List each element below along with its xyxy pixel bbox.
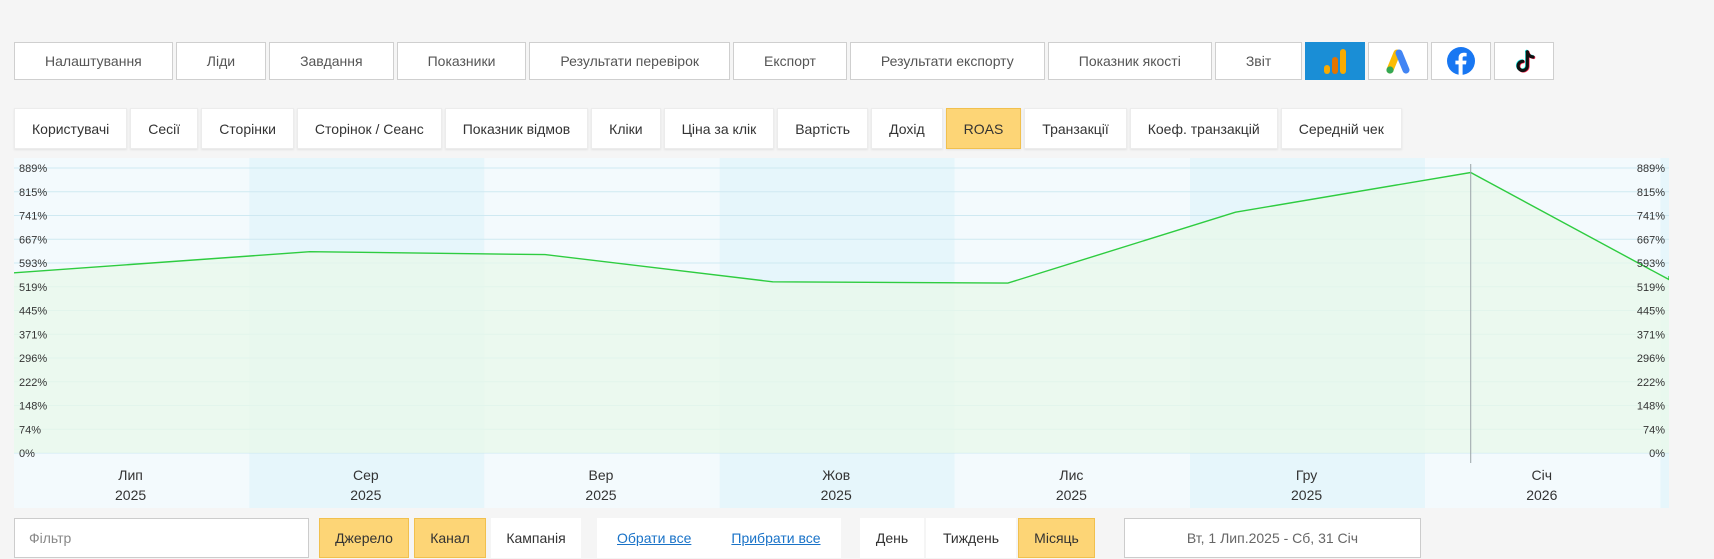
google-ads-icon (1386, 49, 1410, 74)
google-ads-button[interactable] (1368, 42, 1429, 80)
tiktok-button[interactable] (1494, 42, 1555, 80)
metric-tab-revenue[interactable]: Дохід (871, 108, 943, 149)
select-all-link[interactable]: Обрати все (597, 518, 712, 558)
y-tick-label-right: 371% (1637, 329, 1665, 341)
y-tick-label-left: 222% (19, 377, 47, 389)
y-tick-label-left: 0% (19, 448, 35, 460)
nav-quality-score-button[interactable]: Показник якості (1047, 42, 1212, 80)
y-tick-label-left: 667% (19, 234, 47, 246)
y-tick-label-left: 889% (19, 163, 47, 175)
x-tick-label-month: Січ (1532, 467, 1553, 483)
y-tick-label-right: 593% (1637, 258, 1665, 270)
group-source-button[interactable]: Джерело (319, 518, 409, 558)
period-month-button[interactable]: Місяць (1018, 518, 1095, 558)
period-day-button[interactable]: День (860, 518, 924, 558)
y-tick-label-right: 222% (1637, 377, 1665, 389)
filter-input[interactable] (14, 518, 309, 558)
nav-metrics-button[interactable]: Показники (396, 42, 527, 80)
x-tick-label-month: Лип (118, 467, 143, 483)
x-tick-label-year: 2025 (1291, 487, 1322, 503)
period-tabs: День Тиждень Місяць (860, 518, 1095, 558)
metric-tab-pages-per-session[interactable]: Сторінок / Сеанс (296, 108, 442, 149)
y-tick-label-right: 296% (1637, 353, 1665, 365)
x-tick-label-month: Гру (1296, 467, 1317, 483)
y-tick-label-right: 74% (1643, 424, 1665, 436)
nav-check-results-button[interactable]: Результати перевірок (529, 42, 730, 80)
metric-tab-average-check[interactable]: Середній чек (1280, 108, 1402, 149)
roas-chart: 0% 74% 148% 222% 296% 371% 445% 519% 593% 667% 741… (14, 158, 1669, 508)
top-navigation: Налаштування Ліди Завдання Показники Рез… (14, 42, 1555, 80)
x-tick-label-year: 2025 (115, 487, 146, 503)
y-tick-label-right: 741% (1637, 211, 1665, 223)
grouping-tabs: Джерело Канал Кампанія (319, 518, 581, 558)
group-campaign-button[interactable]: Кампанія (491, 518, 581, 558)
y-tick-label-right: 815% (1637, 187, 1665, 199)
metric-tab-roas[interactable]: ROAS (945, 108, 1022, 149)
metric-tab-cost-per-click[interactable]: Ціна за клік (663, 108, 775, 149)
metric-tab-pages[interactable]: Сторінки (201, 108, 294, 149)
y-tick-label-left: 296% (19, 353, 47, 365)
metric-tab-cost[interactable]: Вартість (777, 108, 869, 149)
y-tick-label-right: 667% (1637, 234, 1665, 246)
y-tick-label-right: 148% (1637, 401, 1665, 413)
y-tick-label-right: 0% (1649, 448, 1665, 460)
y-tick-label-left: 371% (19, 329, 47, 341)
y-tick-label-left: 741% (19, 211, 47, 223)
google-analytics-icon (1324, 49, 1347, 74)
date-range-picker[interactable]: Вт, 1 Лип.2025 - Сб, 31 Січ (1124, 518, 1421, 558)
nav-report-button[interactable]: Звіт (1214, 42, 1303, 80)
nav-leads-button[interactable]: Ліди (175, 42, 267, 80)
nav-export-button[interactable]: Експорт (733, 42, 847, 80)
metric-tab-bounce-rate[interactable]: Показник відмов (444, 108, 589, 149)
deselect-all-link[interactable]: Прибрати все (711, 518, 841, 558)
group-channel-button[interactable]: Канал (414, 518, 486, 558)
y-tick-label-right: 889% (1637, 163, 1665, 175)
x-tick-label-year: 2025 (350, 487, 381, 503)
metric-tab-transactions[interactable]: Транзакції (1024, 108, 1127, 149)
y-tick-label-right: 445% (1637, 306, 1665, 318)
nav-export-results-button[interactable]: Результати експорту (849, 42, 1045, 80)
selection-links: Обрати все Прибрати все (597, 518, 841, 558)
y-tick-label-left: 445% (19, 306, 47, 318)
metric-tab-clicks[interactable]: Кліки (591, 108, 661, 149)
x-tick-label-month: Сер (353, 467, 379, 483)
y-tick-label-right: 519% (1637, 282, 1665, 294)
x-tick-label-year: 2025 (585, 487, 616, 503)
metric-tab-transaction-rate[interactable]: Коеф. транзакцій (1129, 108, 1278, 149)
chart-canvas: 0% 74% 148% 222% 296% 371% 445% 519% 593% 667% 741… (14, 158, 1669, 508)
google-analytics-button[interactable] (1305, 42, 1366, 80)
x-tick-label-year: 2025 (1056, 487, 1087, 503)
x-tick-label-year: 2025 (821, 487, 852, 503)
y-tick-label-left: 593% (19, 258, 47, 270)
tiktok-icon (1516, 49, 1536, 73)
facebook-button[interactable] (1431, 42, 1492, 80)
period-week-button[interactable]: Тиждень (926, 518, 1016, 558)
nav-settings-button[interactable]: Налаштування (14, 42, 173, 80)
nav-tasks-button[interactable]: Завдання (269, 42, 394, 80)
metric-tab-sessions[interactable]: Сесії (130, 108, 199, 149)
y-tick-label-left: 519% (19, 282, 47, 294)
x-tick-label-month: Вер (589, 467, 614, 483)
x-tick-label-month: Лис (1059, 467, 1083, 483)
y-tick-label-left: 74% (19, 424, 41, 436)
facebook-icon (1447, 47, 1476, 75)
y-tick-label-left: 815% (19, 187, 47, 199)
date-range-text: Вт, 1 Лип.2025 - Сб, 31 Січ (1186, 530, 1359, 546)
metric-tab-users[interactable]: Користувачі (14, 108, 128, 149)
y-tick-label-left: 148% (19, 401, 47, 413)
x-tick-label-month: Жов (822, 467, 850, 483)
metric-tabs: Користувачі Сесії Сторінки Сторінок / Се… (14, 108, 1402, 149)
x-tick-label-year: 2026 (1526, 487, 1557, 503)
